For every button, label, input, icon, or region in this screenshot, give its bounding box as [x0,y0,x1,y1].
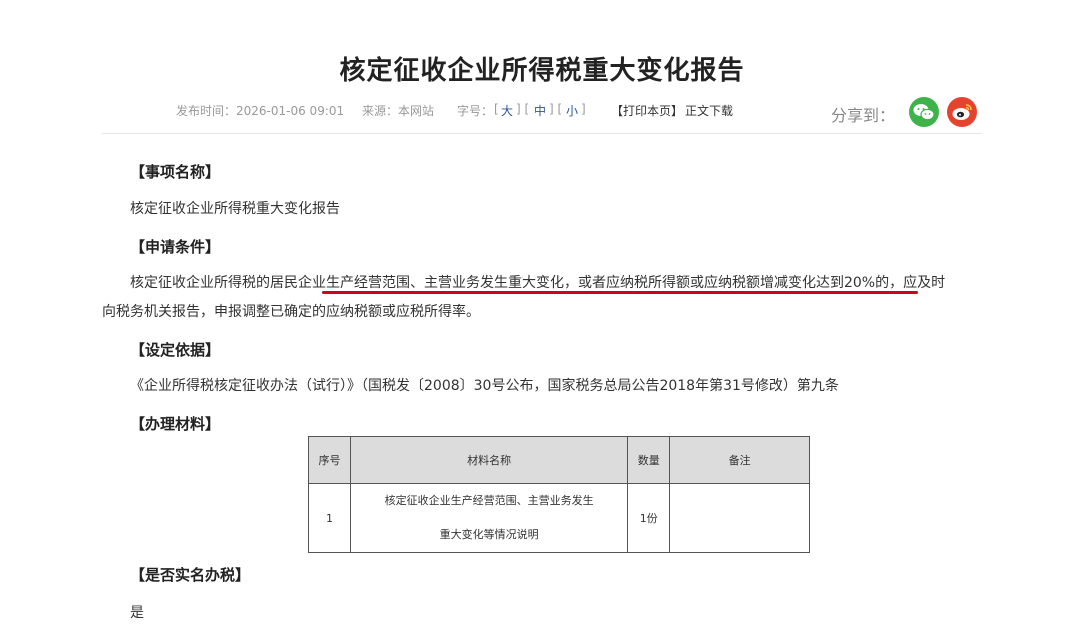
publish-time: 发布时间：2026-01-06 09:01 [176,104,345,118]
item-name-text: 核定征收企业所得税重大变化报告 [130,201,340,217]
table-row: 1 核定征收企业生产经营范围、主营业务发生 重大变化等情况说明 1份 [308,483,810,553]
section-heading-item-name: 【事项名称】 [130,163,221,181]
print-page-link[interactable]: 【打印本页】 [611,102,683,119]
section-heading-materials: 【办理材料】 [130,415,221,433]
material-name-line2: 重大变化等情况说明 [439,528,539,541]
basis-text: 《企业所得税核定征收办法（试行）》（国税发〔2008〕30号公布，国家税务总局公… [130,378,839,394]
column-header-note: 备注 [669,436,810,484]
source: 来源：本网站 [362,104,435,118]
page-title: 核定征收企业所得税重大变化报告 [339,56,745,86]
column-header-index: 序号 [308,436,351,484]
section-heading-realname: 【是否实名办税】 [130,566,251,584]
row-index: 1 [308,483,351,553]
row-quantity: 1份 [627,483,671,553]
row-note [669,483,810,553]
font-size-small-link[interactable]: 小 [566,102,578,119]
section-heading-conditions: 【申请条件】 [130,238,221,256]
table-header-row: 序号 材料名称 数量 备注 [308,436,810,484]
share-label: 分享到： [831,106,896,125]
column-header-quantity: 数量 [627,436,671,484]
materials-table: 序号 材料名称 数量 备注 1 核定征收企业生产经营范围、主营业务发生 重大变化… [308,436,810,553]
bracket-separator: ] [ [549,102,563,116]
weibo-icon[interactable] [947,97,977,127]
font-size-medium-link[interactable]: 中 [534,102,546,119]
section-heading-basis: 【设定依据】 [130,341,221,359]
material-name-line1: 核定征收企业生产经营范围、主营业务发生 [384,494,594,507]
font-size-label: 字号： [457,104,494,118]
bracket-close: ] [581,102,586,116]
bracket-separator: ] [ [516,102,530,116]
conditions-text-line2: 向税务机关报告，申报调整已确定的应纳税额或应税所得率。 [102,304,480,320]
bracket-open: [ [494,102,499,116]
font-size-large-link[interactable]: 大 [501,102,513,119]
highlight-underline [322,291,918,294]
download-text-link[interactable]: 正文下载 [685,102,733,119]
header-divider [102,133,982,134]
wechat-icon[interactable] [909,97,939,127]
row-material-name: 核定征收企业生产经营范围、主营业务发生 重大变化等情况说明 [349,483,629,553]
column-header-name: 材料名称 [349,436,629,484]
conditions-text-line1: 核定征收企业所得税的居民企业生产经营范围、主营业务发生重大变化，或者应纳税所得额… [130,275,946,291]
realname-text: 是 [130,605,144,621]
